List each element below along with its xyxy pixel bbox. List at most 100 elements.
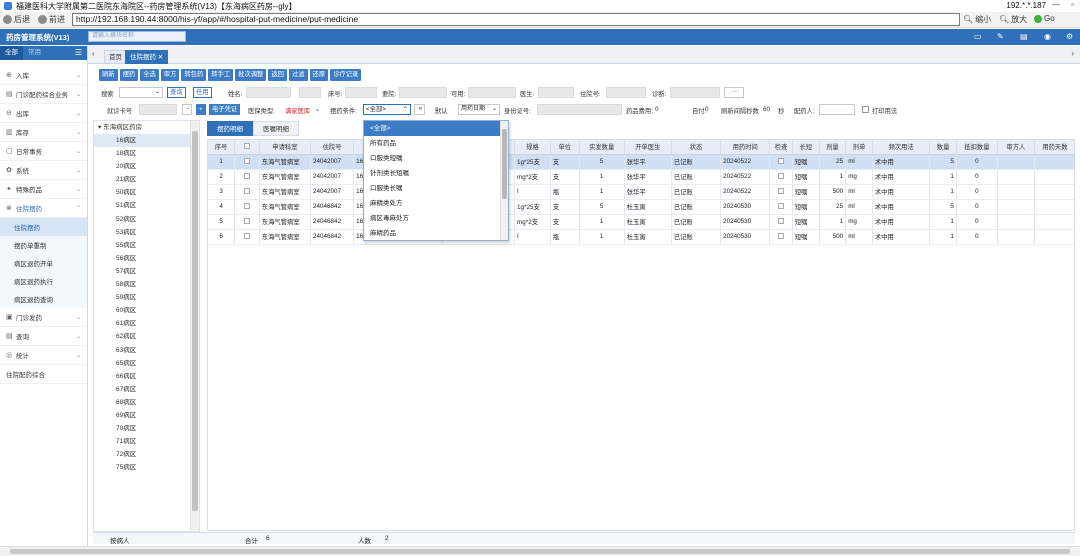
dropdown-option[interactable]: 麻精药品 [364, 226, 508, 241]
inpatient-no-field[interactable] [606, 87, 646, 98]
sidebar-tab-common[interactable]: 常用 [23, 46, 46, 60]
col-header[interactable]: 开单医生 [624, 140, 672, 155]
filter-button[interactable]: 过滤 [288, 69, 308, 81]
tree-scroll-thumb[interactable] [192, 131, 198, 511]
id-card-field[interactable] [537, 104, 622, 115]
col-header[interactable]: 审方人 [997, 140, 1035, 155]
tree-node[interactable]: 68病区 [94, 396, 199, 409]
doctor-field[interactable] [538, 87, 574, 98]
tree-node[interactable]: 18病区 [94, 147, 199, 160]
col-header[interactable]: 频次用法 [872, 140, 931, 155]
minimize-button[interactable]: — [1052, 0, 1060, 9]
available-field[interactable] [468, 87, 516, 98]
tab-inpatient-dispense[interactable]: 住院摆药 ✕ [125, 50, 169, 64]
diagnosis-more-button[interactable]: ··· [724, 87, 744, 98]
dropdown-option[interactable]: 麻精类处方 [364, 196, 508, 211]
tree-node[interactable]: 53病区 [94, 226, 199, 239]
tree-node[interactable]: 58病区 [94, 278, 199, 291]
sidebar-item-outpatient-ops[interactable]: ▤ 门诊配药综合业务 ⌄ [0, 85, 87, 104]
tab-scroll-left-icon[interactable]: ‹ [92, 49, 95, 58]
tab-dispense-detail[interactable]: 摆药明细 [207, 121, 253, 136]
check-checkbox[interactable] [778, 202, 785, 209]
go-button[interactable]: Go [1034, 14, 1055, 23]
gear-icon[interactable]: ⚙ [1066, 32, 1073, 41]
sidebar-sub-return-order[interactable]: 病区退药开单 [0, 254, 87, 272]
sidebar-item-outbound[interactable]: ⊖ 出库 ⌄ [0, 104, 87, 123]
date-type-select[interactable]: 用药日期 ⌄ [458, 104, 500, 115]
tree-node[interactable]: 50病区 [94, 186, 199, 199]
tree-node[interactable]: 21病区 [94, 173, 199, 186]
page-scroll-thumb[interactable] [10, 549, 1070, 554]
zoom-in-button[interactable]: 🔍︎ 放大 [999, 14, 1027, 25]
name-field[interactable] [246, 87, 291, 98]
tree-node[interactable]: 51病区 [94, 199, 199, 212]
by-patient-label[interactable]: 按病人 [110, 535, 130, 545]
sidebar-item-query[interactable]: ▤ 查询 ⌄ [0, 327, 87, 346]
e-voucher-toggle[interactable]: + [196, 104, 206, 115]
tree-node[interactable]: 62病区 [94, 330, 199, 343]
sidebar-sub-reprint[interactable]: 摆药单重制 [0, 236, 87, 254]
col-header-checkbox[interactable] [234, 140, 260, 155]
card-field[interactable] [139, 104, 177, 115]
col-header[interactable]: 申请科室 [259, 140, 312, 155]
tree-node[interactable]: 56病区 [94, 252, 199, 265]
collapse-button[interactable]: « [414, 104, 425, 115]
pharmacist-field[interactable] [819, 104, 855, 115]
records-button[interactable]: 诊疗记录 [330, 69, 362, 81]
col-header[interactable]: 规格 [514, 140, 551, 155]
check-checkbox[interactable] [778, 157, 785, 164]
pin-icon[interactable]: ✎ [997, 32, 1004, 41]
select-all-checkbox[interactable] [243, 142, 250, 149]
sidebar-sub-dispense[interactable]: 住院摆药 [0, 218, 87, 236]
dispense-cond-select[interactable]: <全部> ⌃ [363, 104, 411, 115]
sidebar-item-outpatient-dispense[interactable]: ▣ 门诊发药 ⌄ [0, 308, 87, 327]
select-all-button[interactable]: 全选 [140, 69, 159, 81]
dropdown-option-all[interactable]: <全部> [364, 121, 508, 136]
tree-node[interactable]: 75病区 [94, 461, 199, 474]
tree-node[interactable]: 20病区 [94, 160, 199, 173]
tree-node[interactable]: 52病区 [94, 213, 199, 226]
batch-adjust-button[interactable]: 批次调整 [235, 69, 267, 81]
document-icon[interactable]: ▤ [1020, 32, 1028, 41]
sidebar-item-stock[interactable]: ▥ 库存 ⌄ [0, 123, 87, 142]
tree-node[interactable]: 65病区 [94, 357, 199, 370]
tree-node[interactable]: 67病区 [94, 383, 199, 396]
col-header[interactable]: 用药时间 [720, 140, 771, 155]
tree-node[interactable]: 57病区 [94, 265, 199, 278]
col-header[interactable]: 数量 [929, 140, 957, 155]
tab-home[interactable]: 首页 [104, 50, 127, 64]
tree-node[interactable]: 55病区 [94, 239, 199, 252]
diagnosis-field[interactable] [670, 87, 720, 98]
check-checkbox[interactable] [778, 217, 785, 224]
sidebar-item-inbound[interactable]: ⊕ 入库 ⌄ [0, 66, 87, 85]
col-header[interactable]: 实发数量 [579, 140, 625, 155]
tree-node[interactable]: 60病区 [94, 304, 199, 317]
table-row[interactable]: 1 东海气管病室 24042007 16 1g*25支支 5 张华平 已记账 20240522 短… [208, 154, 1074, 170]
to-manual-button[interactable]: 转手工 [208, 69, 234, 81]
col-header[interactable]: 用药天数 [1034, 140, 1074, 155]
row-checkbox[interactable] [243, 187, 250, 194]
col-header[interactable]: 剂单 [845, 140, 873, 155]
tree-node[interactable]: 72病区 [94, 448, 199, 461]
col-header[interactable]: 长短 [792, 140, 820, 155]
dropdown-scroll-thumb[interactable] [502, 129, 507, 199]
tree-node[interactable]: 63病区 [94, 344, 199, 357]
page-horizontal-scrollbar[interactable] [0, 546, 1080, 556]
table-row[interactable]: 5 东海气管病室 24046842 16 mg*2支支 1 杜玉寅 已记账 20240530 短嘱… [208, 214, 1074, 230]
col-header[interactable]: 住院号 [310, 140, 355, 155]
dropdown-option[interactable]: 所有药品 [364, 136, 508, 151]
sidebar-sub-return-query[interactable]: 病区退药查询 [0, 290, 87, 308]
col-header[interactable]: 序号 [208, 140, 236, 155]
sidebar-item-daily[interactable]: ▢ 日常事务 ⌄ [0, 142, 87, 161]
search-select[interactable]: ⌄ [119, 87, 163, 98]
table-row[interactable]: 3 东海气管病室 24042007 16 I 瓶 1 张华平 已记账 20240522 短嘱 500 m… [208, 184, 1074, 200]
reset-button[interactable]: 任用 [193, 87, 212, 98]
print-usage-checkbox[interactable] [862, 106, 869, 113]
row-checkbox[interactable] [243, 232, 250, 239]
tree-node[interactable]: 71病区 [94, 435, 199, 448]
row-checkbox[interactable] [243, 217, 250, 224]
sidebar-item-stats[interactable]: ◎ 统计 ⌄ [0, 346, 87, 365]
sidebar-item-system[interactable]: ✿ 系统 ⌄ [0, 161, 87, 180]
tree-node[interactable]: 70病区 [94, 422, 199, 435]
return-button[interactable]: 返回 [268, 69, 287, 81]
